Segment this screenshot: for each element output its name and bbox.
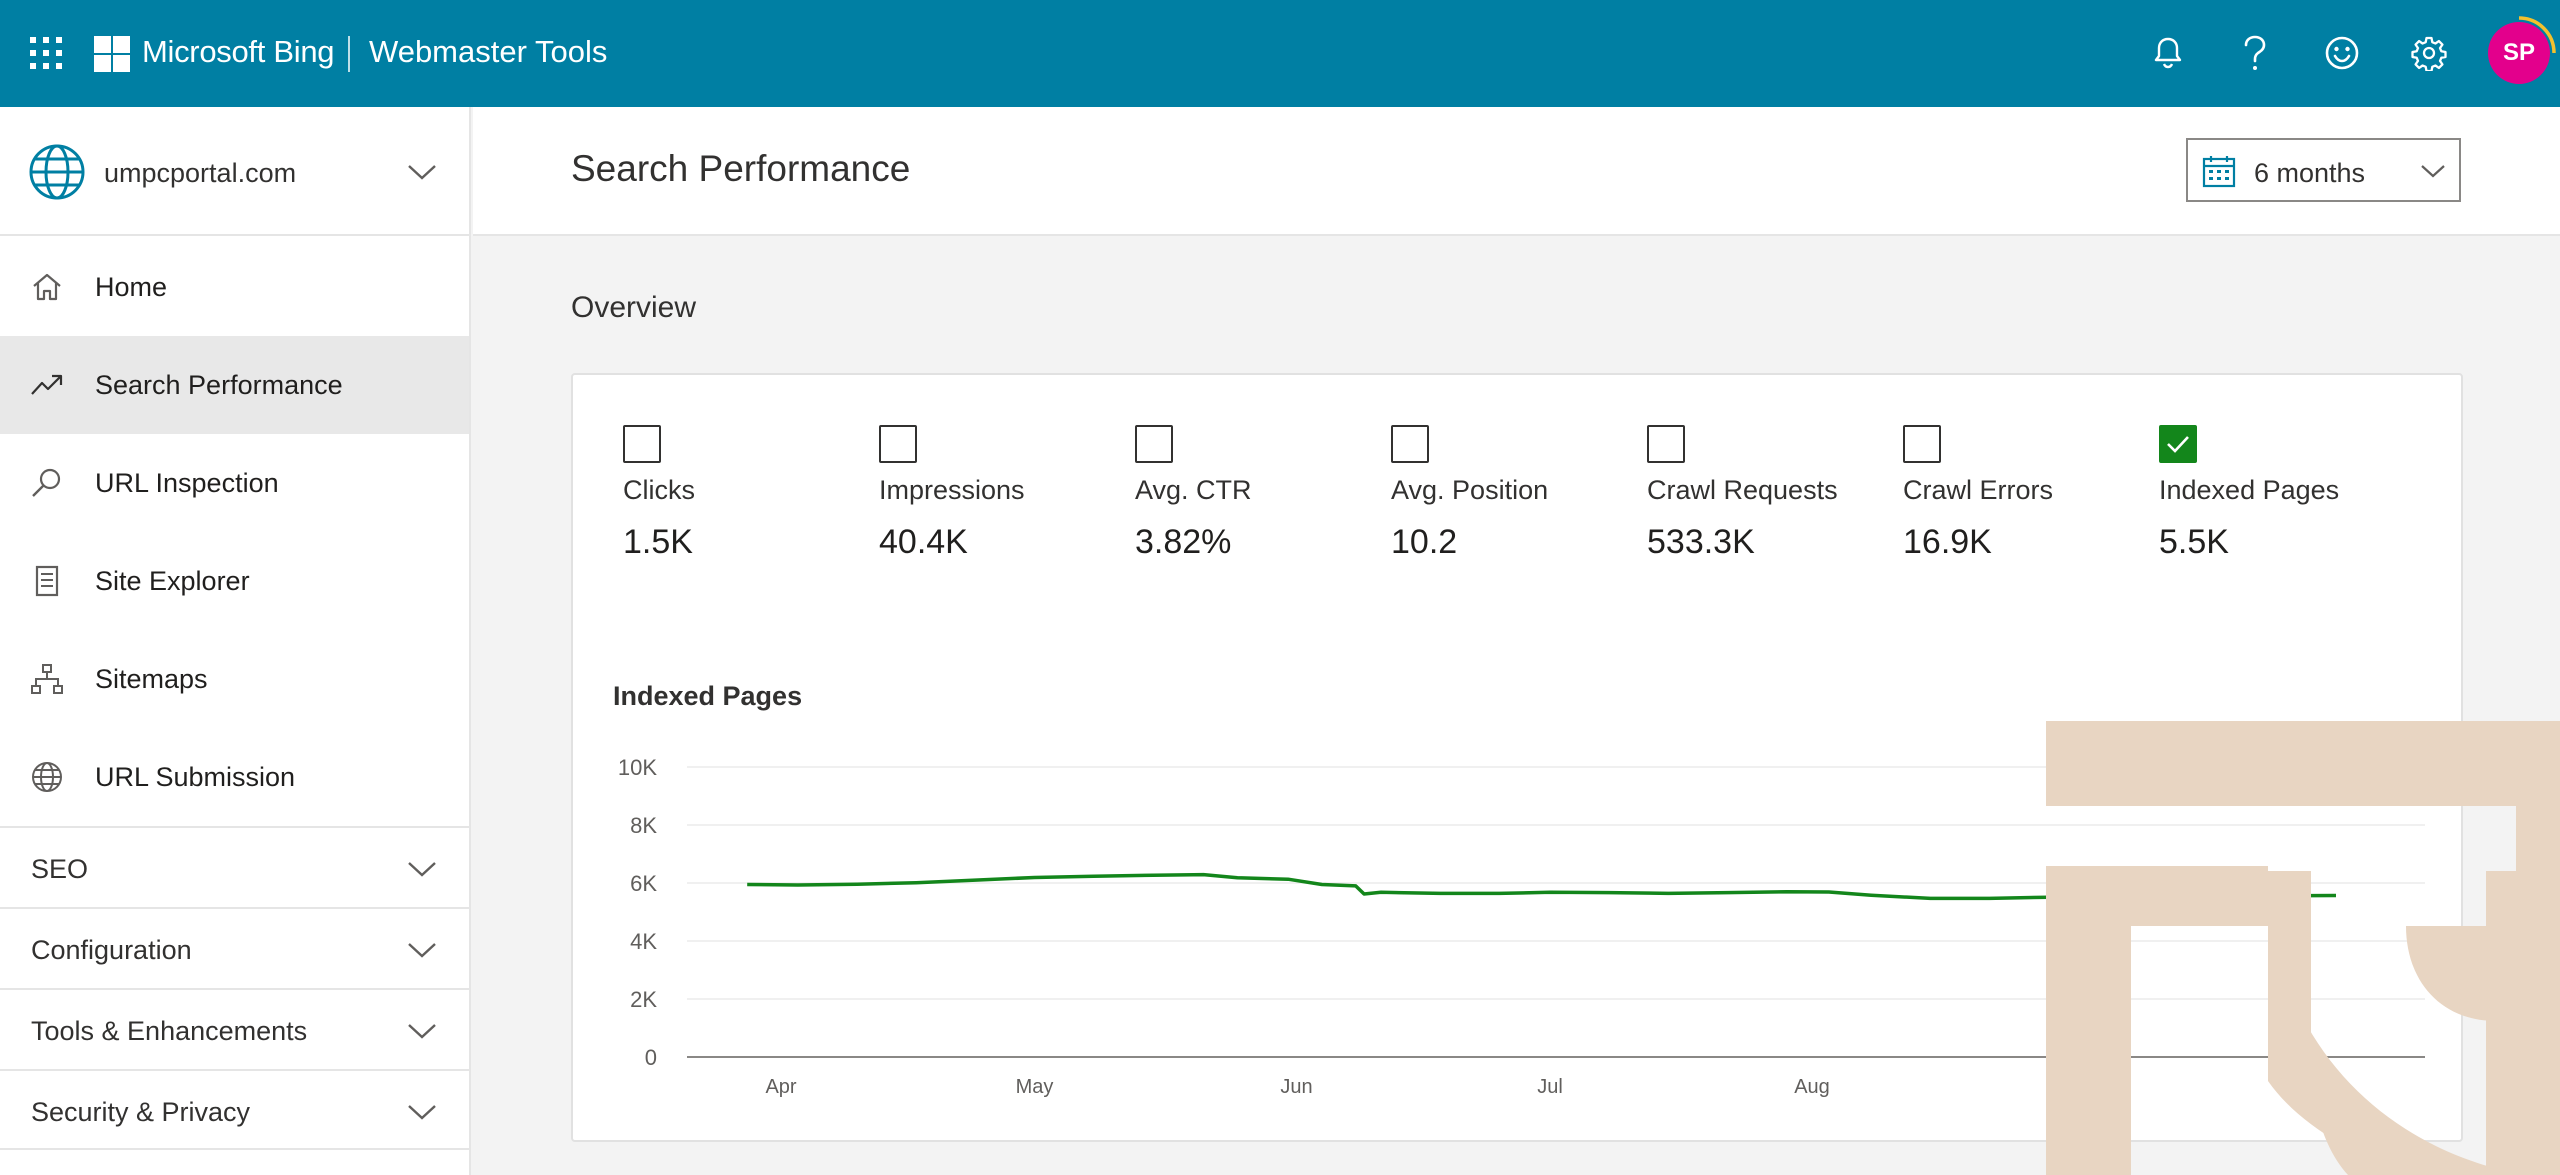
chevron-down-icon (408, 943, 436, 958)
avatar[interactable]: SP (2488, 22, 2550, 84)
chevron-down-icon (2421, 165, 2445, 178)
y-tick-label: 6K (630, 871, 657, 896)
sidebar-item-search-performance[interactable]: Search Performance (0, 336, 469, 434)
sidebar-item-label: URL Inspection (95, 467, 279, 498)
x-tick-label: Jun (1280, 1076, 1312, 1098)
y-tick-label: 0 (645, 1045, 657, 1070)
document-list-icon (35, 565, 59, 597)
series-line-indexed-pages[interactable] (747, 872, 2337, 901)
date-range-value: 6 months (2254, 158, 2366, 188)
sidebar-item-label: Sitemaps (95, 663, 208, 694)
trend-icon (31, 374, 63, 395)
page-header: Search Performance 6 months (473, 107, 2560, 236)
microsoft-logo-icon (94, 36, 130, 72)
sidebar: umpcportal.com Home Search Performance U… (0, 107, 471, 1175)
sidebar-group-configuration[interactable]: Configuration (0, 907, 469, 988)
sidebar-item-url-submission[interactable]: URL Submission (0, 728, 469, 826)
sidebar-item-label: URL Submission (95, 761, 296, 792)
y-tick-label: 4K (630, 929, 657, 954)
date-range-dropdown[interactable]: 6 months (2186, 138, 2461, 202)
x-tick-label: Aug (1794, 1076, 1830, 1098)
indexed-pages-chart: 0 2K 4K 6K 8K 10K Apr May Jun Jul Aug Sep (618, 755, 2425, 1098)
chevron-down-icon (408, 1024, 436, 1039)
y-tick-label: 8K (630, 813, 657, 838)
bell-icon[interactable] (2145, 30, 2191, 76)
sidebar-group-seo[interactable]: SEO (0, 826, 469, 907)
sidebar-group-security-privacy[interactable]: Security & Privacy (0, 1069, 469, 1150)
sidebar-group-label: SEO (31, 854, 89, 884)
calendar-icon (2202, 156, 2236, 188)
sidebar-group-label: Configuration (31, 935, 192, 965)
y-tick-label: 2K (630, 987, 657, 1012)
x-tick-label: Apr (765, 1076, 796, 1098)
sidebar-group-label: Security & Privacy (31, 1097, 251, 1127)
sidebar-item-home[interactable]: Home (0, 238, 469, 336)
help-icon[interactable] (2232, 30, 2278, 76)
settings-gear-icon[interactable] (2406, 30, 2452, 76)
product-name[interactable]: Webmaster Tools (369, 34, 607, 70)
x-tick-label: Jul (1537, 1076, 1563, 1098)
page-title: Search Performance (571, 148, 911, 189)
site-selector[interactable]: umpcportal.com (0, 107, 469, 236)
sidebar-item-label: Home (95, 271, 168, 302)
sidebar-item-site-explorer[interactable]: Site Explorer (0, 532, 469, 630)
sidebar-item-label: Site Explorer (95, 565, 250, 596)
chevron-down-icon (408, 862, 436, 877)
overview-card: Clicks 1.5K Impressions 40.4K Avg. CTR 3.82% A… (571, 373, 2463, 1142)
search-icon (32, 468, 61, 497)
chevron-down-icon[interactable] (406, 162, 438, 182)
globe-icon (32, 762, 62, 792)
sidebar-group-tools-enhancements[interactable]: Tools & Enhancements (0, 988, 469, 1069)
home-icon (33, 273, 61, 301)
site-name: umpcportal.com (104, 158, 297, 188)
sidebar-item-sitemaps[interactable]: Sitemaps (0, 630, 469, 728)
overview-heading: Overview (571, 291, 697, 324)
chevron-down-icon (408, 1105, 436, 1120)
globe-icon (29, 144, 85, 200)
x-tick-label: May (1016, 1076, 1054, 1098)
sitemap-icon (31, 664, 63, 694)
brand-name[interactable]: Microsoft Bing (142, 34, 335, 70)
top-bar: Microsoft Bing Webmaster Tools SP (0, 0, 2560, 107)
x-tick-label: Sep (2056, 1076, 2092, 1098)
sidebar-item-url-inspection[interactable]: URL Inspection (0, 434, 469, 532)
feedback-smiley-icon[interactable] (2319, 30, 2365, 76)
brand-divider (348, 36, 350, 72)
waffle-icon[interactable] (30, 37, 62, 69)
sidebar-group-label: Tools & Enhancements (31, 1016, 308, 1046)
sidebar-item-label: Search Performance (95, 369, 343, 400)
y-tick-label: 10K (618, 755, 657, 780)
